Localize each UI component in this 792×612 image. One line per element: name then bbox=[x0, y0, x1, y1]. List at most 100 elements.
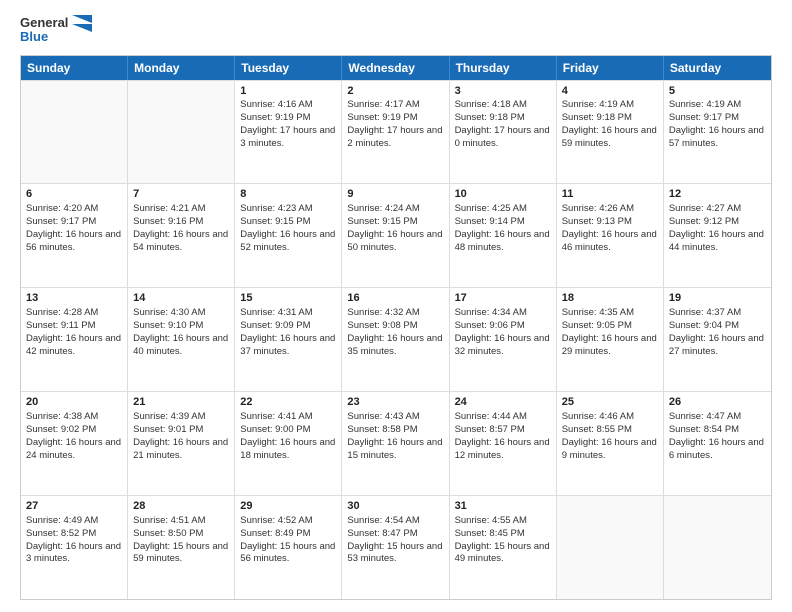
sunset-text: Sunset: 9:15 PM bbox=[347, 216, 443, 229]
daylight-text: Daylight: 16 hours and 42 minutes. bbox=[26, 333, 122, 359]
day-number: 20 bbox=[26, 395, 122, 410]
sunrise-text: Sunrise: 4:23 AM bbox=[240, 203, 336, 216]
sunrise-text: Sunrise: 4:19 AM bbox=[669, 99, 766, 112]
day-number: 26 bbox=[669, 395, 766, 410]
daylight-text: Daylight: 17 hours and 3 minutes. bbox=[240, 125, 336, 151]
day-number: 29 bbox=[240, 499, 336, 514]
calendar-body: 1Sunrise: 4:16 AMSunset: 9:19 PMDaylight… bbox=[21, 80, 771, 599]
cal-cell: 3Sunrise: 4:18 AMSunset: 9:18 PMDaylight… bbox=[450, 81, 557, 184]
daylight-text: Daylight: 16 hours and 29 minutes. bbox=[562, 333, 658, 359]
cal-cell: 1Sunrise: 4:16 AMSunset: 9:19 PMDaylight… bbox=[235, 81, 342, 184]
cal-header-tuesday: Tuesday bbox=[235, 56, 342, 80]
cal-cell: 10Sunrise: 4:25 AMSunset: 9:14 PMDayligh… bbox=[450, 184, 557, 287]
day-number: 10 bbox=[455, 187, 551, 202]
day-number: 9 bbox=[347, 187, 443, 202]
day-number: 17 bbox=[455, 291, 551, 306]
daylight-text: Daylight: 16 hours and 40 minutes. bbox=[133, 333, 229, 359]
sunset-text: Sunset: 9:15 PM bbox=[240, 216, 336, 229]
daylight-text: Daylight: 15 hours and 49 minutes. bbox=[455, 541, 551, 567]
day-number: 4 bbox=[562, 84, 658, 99]
sunset-text: Sunset: 9:17 PM bbox=[669, 112, 766, 125]
sunset-text: Sunset: 9:13 PM bbox=[562, 216, 658, 229]
cal-week-3: 13Sunrise: 4:28 AMSunset: 9:11 PMDayligh… bbox=[21, 287, 771, 391]
daylight-text: Daylight: 16 hours and 21 minutes. bbox=[133, 437, 229, 463]
sunrise-text: Sunrise: 4:16 AM bbox=[240, 99, 336, 112]
cal-cell: 15Sunrise: 4:31 AMSunset: 9:09 PMDayligh… bbox=[235, 288, 342, 391]
sunrise-text: Sunrise: 4:37 AM bbox=[669, 307, 766, 320]
sunrise-text: Sunrise: 4:27 AM bbox=[669, 203, 766, 216]
daylight-text: Daylight: 15 hours and 59 minutes. bbox=[133, 541, 229, 567]
cal-header-friday: Friday bbox=[557, 56, 664, 80]
daylight-text: Daylight: 15 hours and 56 minutes. bbox=[240, 541, 336, 567]
sunset-text: Sunset: 9:19 PM bbox=[240, 112, 336, 125]
day-number: 21 bbox=[133, 395, 229, 410]
logo: General Blue bbox=[20, 16, 92, 45]
cal-cell: 7Sunrise: 4:21 AMSunset: 9:16 PMDaylight… bbox=[128, 184, 235, 287]
daylight-text: Daylight: 16 hours and 48 minutes. bbox=[455, 229, 551, 255]
day-number: 2 bbox=[347, 84, 443, 99]
sunset-text: Sunset: 9:18 PM bbox=[455, 112, 551, 125]
cal-cell: 26Sunrise: 4:47 AMSunset: 8:54 PMDayligh… bbox=[664, 392, 771, 495]
sunrise-text: Sunrise: 4:47 AM bbox=[669, 411, 766, 424]
cal-week-5: 27Sunrise: 4:49 AMSunset: 8:52 PMDayligh… bbox=[21, 495, 771, 599]
daylight-text: Daylight: 16 hours and 52 minutes. bbox=[240, 229, 336, 255]
cal-cell: 20Sunrise: 4:38 AMSunset: 9:02 PMDayligh… bbox=[21, 392, 128, 495]
cal-cell: 30Sunrise: 4:54 AMSunset: 8:47 PMDayligh… bbox=[342, 496, 449, 599]
sunrise-text: Sunrise: 4:38 AM bbox=[26, 411, 122, 424]
daylight-text: Daylight: 16 hours and 9 minutes. bbox=[562, 437, 658, 463]
sunrise-text: Sunrise: 4:54 AM bbox=[347, 515, 443, 528]
day-number: 23 bbox=[347, 395, 443, 410]
sunrise-text: Sunrise: 4:51 AM bbox=[133, 515, 229, 528]
cal-header-saturday: Saturday bbox=[664, 56, 771, 80]
cal-cell: 8Sunrise: 4:23 AMSunset: 9:15 PMDaylight… bbox=[235, 184, 342, 287]
cal-cell: 12Sunrise: 4:27 AMSunset: 9:12 PMDayligh… bbox=[664, 184, 771, 287]
sunrise-text: Sunrise: 4:21 AM bbox=[133, 203, 229, 216]
cal-header-wednesday: Wednesday bbox=[342, 56, 449, 80]
sunrise-text: Sunrise: 4:31 AM bbox=[240, 307, 336, 320]
cal-cell: 29Sunrise: 4:52 AMSunset: 8:49 PMDayligh… bbox=[235, 496, 342, 599]
cal-cell: 23Sunrise: 4:43 AMSunset: 8:58 PMDayligh… bbox=[342, 392, 449, 495]
daylight-text: Daylight: 16 hours and 6 minutes. bbox=[669, 437, 766, 463]
cal-cell: 21Sunrise: 4:39 AMSunset: 9:01 PMDayligh… bbox=[128, 392, 235, 495]
day-number: 14 bbox=[133, 291, 229, 306]
sunset-text: Sunset: 9:04 PM bbox=[669, 320, 766, 333]
daylight-text: Daylight: 16 hours and 46 minutes. bbox=[562, 229, 658, 255]
cal-cell: 25Sunrise: 4:46 AMSunset: 8:55 PMDayligh… bbox=[557, 392, 664, 495]
day-number: 25 bbox=[562, 395, 658, 410]
day-number: 8 bbox=[240, 187, 336, 202]
sunrise-text: Sunrise: 4:24 AM bbox=[347, 203, 443, 216]
sunset-text: Sunset: 8:52 PM bbox=[26, 528, 122, 541]
sunrise-text: Sunrise: 4:32 AM bbox=[347, 307, 443, 320]
daylight-text: Daylight: 15 hours and 53 minutes. bbox=[347, 541, 443, 567]
sunrise-text: Sunrise: 4:46 AM bbox=[562, 411, 658, 424]
cal-cell: 18Sunrise: 4:35 AMSunset: 9:05 PMDayligh… bbox=[557, 288, 664, 391]
sunset-text: Sunset: 9:18 PM bbox=[562, 112, 658, 125]
sunrise-text: Sunrise: 4:20 AM bbox=[26, 203, 122, 216]
sunset-text: Sunset: 9:17 PM bbox=[26, 216, 122, 229]
cal-cell: 13Sunrise: 4:28 AMSunset: 9:11 PMDayligh… bbox=[21, 288, 128, 391]
sunrise-text: Sunrise: 4:26 AM bbox=[562, 203, 658, 216]
logo-graphic: General Blue bbox=[20, 16, 68, 45]
day-number: 31 bbox=[455, 499, 551, 514]
cal-week-2: 6Sunrise: 4:20 AMSunset: 9:17 PMDaylight… bbox=[21, 183, 771, 287]
daylight-text: Daylight: 16 hours and 44 minutes. bbox=[669, 229, 766, 255]
logo-triangle-icon bbox=[72, 15, 92, 35]
day-number: 3 bbox=[455, 84, 551, 99]
day-number: 18 bbox=[562, 291, 658, 306]
sunset-text: Sunset: 9:09 PM bbox=[240, 320, 336, 333]
logo-general: General bbox=[20, 16, 68, 30]
sunrise-text: Sunrise: 4:52 AM bbox=[240, 515, 336, 528]
cal-cell: 27Sunrise: 4:49 AMSunset: 8:52 PMDayligh… bbox=[21, 496, 128, 599]
daylight-text: Daylight: 16 hours and 32 minutes. bbox=[455, 333, 551, 359]
calendar-header-row: SundayMondayTuesdayWednesdayThursdayFrid… bbox=[21, 56, 771, 80]
daylight-text: Daylight: 16 hours and 18 minutes. bbox=[240, 437, 336, 463]
day-number: 30 bbox=[347, 499, 443, 514]
sunset-text: Sunset: 8:47 PM bbox=[347, 528, 443, 541]
cal-week-1: 1Sunrise: 4:16 AMSunset: 9:19 PMDaylight… bbox=[21, 80, 771, 184]
day-number: 7 bbox=[133, 187, 229, 202]
cal-cell bbox=[664, 496, 771, 599]
day-number: 13 bbox=[26, 291, 122, 306]
sunrise-text: Sunrise: 4:18 AM bbox=[455, 99, 551, 112]
sunrise-text: Sunrise: 4:30 AM bbox=[133, 307, 229, 320]
cal-cell: 14Sunrise: 4:30 AMSunset: 9:10 PMDayligh… bbox=[128, 288, 235, 391]
